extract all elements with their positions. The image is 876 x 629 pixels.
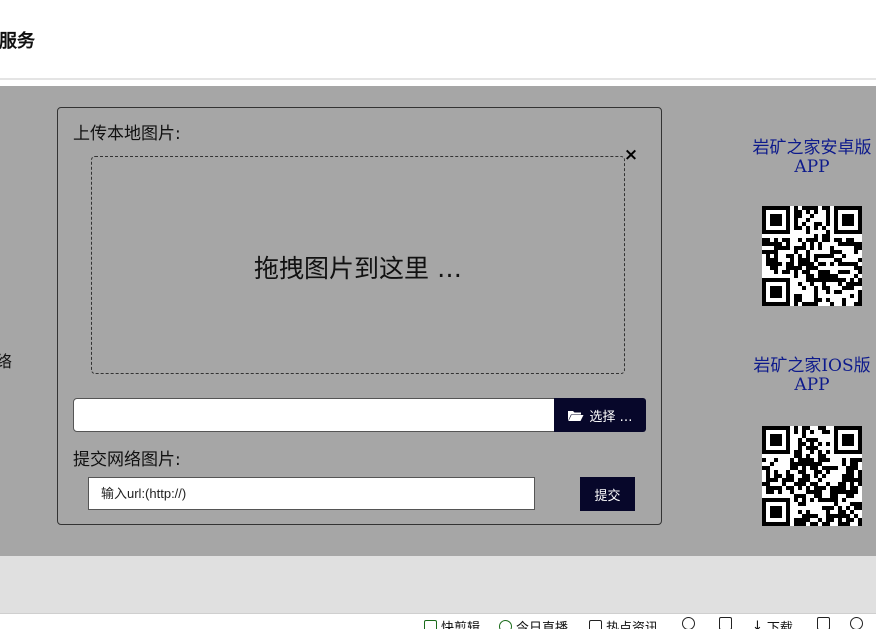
share-icon: [850, 617, 863, 629]
file-picker: 选择 …: [73, 398, 647, 432]
taskbar-item-label: 今日直播: [516, 621, 569, 629]
url-input[interactable]: 输入url:(http://): [88, 477, 535, 510]
download-icon: ↓: [752, 619, 763, 629]
close-icon[interactable]: ×: [623, 146, 639, 164]
taskbar-item-news[interactable]: 热点资讯: [589, 617, 658, 629]
taskbar-item-label: 快剪辑: [441, 621, 481, 629]
android-qr-code: [762, 206, 862, 306]
taskbar-item-label: 下载: [766, 621, 793, 629]
ios-app-title-line2: APP: [794, 375, 830, 395]
live-icon: [499, 620, 512, 629]
taskbar-item-live[interactable]: 今日直播: [499, 617, 568, 629]
page-title: 服务: [0, 31, 35, 52]
android-app-title-line2: APP: [794, 157, 830, 177]
upload-panel: 上传本地图片: × 拖拽图片到这里 … 选择 … 提交网络图片: 输入url:(…: [57, 107, 662, 525]
header-bar: 服务: [0, 0, 876, 78]
ios-app-title[interactable]: 岩矿之家IOS版 APP: [742, 357, 876, 395]
network-upload-label: 提交网络图片:: [73, 450, 181, 470]
page: 服务 络 上传本地图片: × 拖拽图片到这里 … 选择 … 提交网络图片: 输入…: [0, 0, 876, 629]
android-app-title[interactable]: 岩矿之家安卓版 APP: [742, 139, 876, 177]
taskbar-item-download[interactable]: ↓ 下载: [752, 617, 793, 629]
header-divider: [0, 78, 876, 80]
ios-app-title-line1: 岩矿之家IOS版: [753, 356, 871, 376]
taskbar-item-quick-edit[interactable]: 快剪辑: [424, 617, 480, 629]
local-upload-label: 上传本地图片:: [73, 124, 181, 144]
footer-band: [0, 556, 876, 613]
taskbar-item-refresh[interactable]: [682, 617, 695, 629]
taskbar-item-share[interactable]: [850, 617, 863, 629]
folder-open-icon: [567, 409, 584, 422]
ios-qr-code: [762, 426, 862, 526]
pin-icon: [719, 617, 732, 629]
submit-button[interactable]: 提交: [580, 477, 635, 511]
android-app-title-line1: 岩矿之家安卓版: [752, 138, 872, 158]
play-icon: [424, 620, 437, 629]
file-name-field[interactable]: [73, 398, 555, 432]
choose-file-label: 选择 …: [589, 409, 633, 425]
window-icon: [817, 617, 830, 629]
taskbar-item-window[interactable]: [817, 617, 830, 629]
drop-zone-text: 拖拽图片到这里 …: [254, 254, 462, 283]
choose-file-button[interactable]: 选择 …: [554, 398, 646, 432]
drop-zone[interactable]: 拖拽图片到这里 …: [91, 156, 625, 374]
news-icon: [589, 620, 602, 629]
refresh-icon: [682, 617, 695, 629]
taskbar-item-label: 热点资讯: [606, 621, 659, 629]
background-text-fragment: 络: [0, 352, 13, 371]
browser-status-bar: 快剪辑 今日直播 热点资讯 ↓ 下载: [0, 613, 876, 629]
taskbar-item-pin[interactable]: [719, 617, 732, 629]
